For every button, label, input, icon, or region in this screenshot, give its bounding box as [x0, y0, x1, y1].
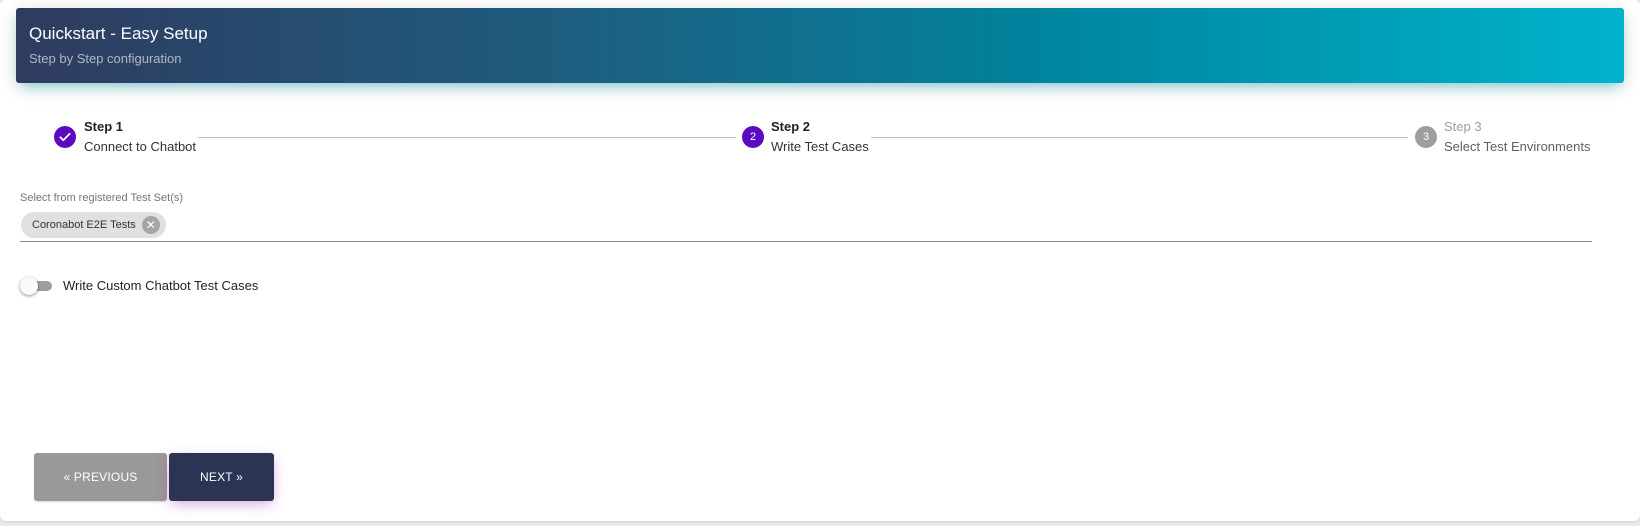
step-3-title: Step 3: [1444, 119, 1482, 134]
test-set-select-input[interactable]: [20, 241, 1592, 242]
test-set-chip[interactable]: Coronabot E2E Tests ✕: [21, 212, 166, 238]
step-2-title: Step 2: [771, 119, 811, 134]
close-circle-icon[interactable]: ✕: [141, 216, 160, 234]
step-1-label[interactable]: Connect to Chatbot: [84, 139, 196, 154]
step-1-check-icon[interactable]: [54, 126, 76, 148]
step-connector-2-3: [871, 137, 1408, 138]
custom-test-cases-toggle[interactable]: [20, 277, 52, 295]
step-2-label[interactable]: Write Test Cases: [771, 139, 869, 154]
step-connector-1-2: [198, 137, 736, 138]
step-1-title: Step 1: [84, 119, 124, 134]
test-set-field-label: Select from registered Test Set(s): [20, 192, 184, 204]
page-title: Quickstart - Easy Setup: [29, 24, 208, 43]
quickstart-card: Quickstart - Easy Setup Step by Step con…: [0, 0, 1640, 521]
next-button[interactable]: NEXT »: [169, 453, 274, 501]
step-3-label[interactable]: Select Test Environments: [1444, 139, 1590, 154]
previous-button[interactable]: « PREVIOUS: [34, 453, 167, 501]
step-3-number-icon[interactable]: 3: [1415, 126, 1437, 148]
custom-test-cases-toggle-label[interactable]: Write Custom Chatbot Test Cases: [63, 278, 258, 293]
check-icon: [59, 132, 71, 142]
test-set-chip-label: Coronabot E2E Tests: [32, 219, 136, 231]
card-header: Quickstart - Easy Setup Step by Step con…: [16, 8, 1624, 83]
toggle-thumb: [20, 277, 38, 295]
page-subtitle: Step by Step configuration: [29, 51, 182, 66]
step-2-number-icon[interactable]: 2: [742, 126, 764, 148]
